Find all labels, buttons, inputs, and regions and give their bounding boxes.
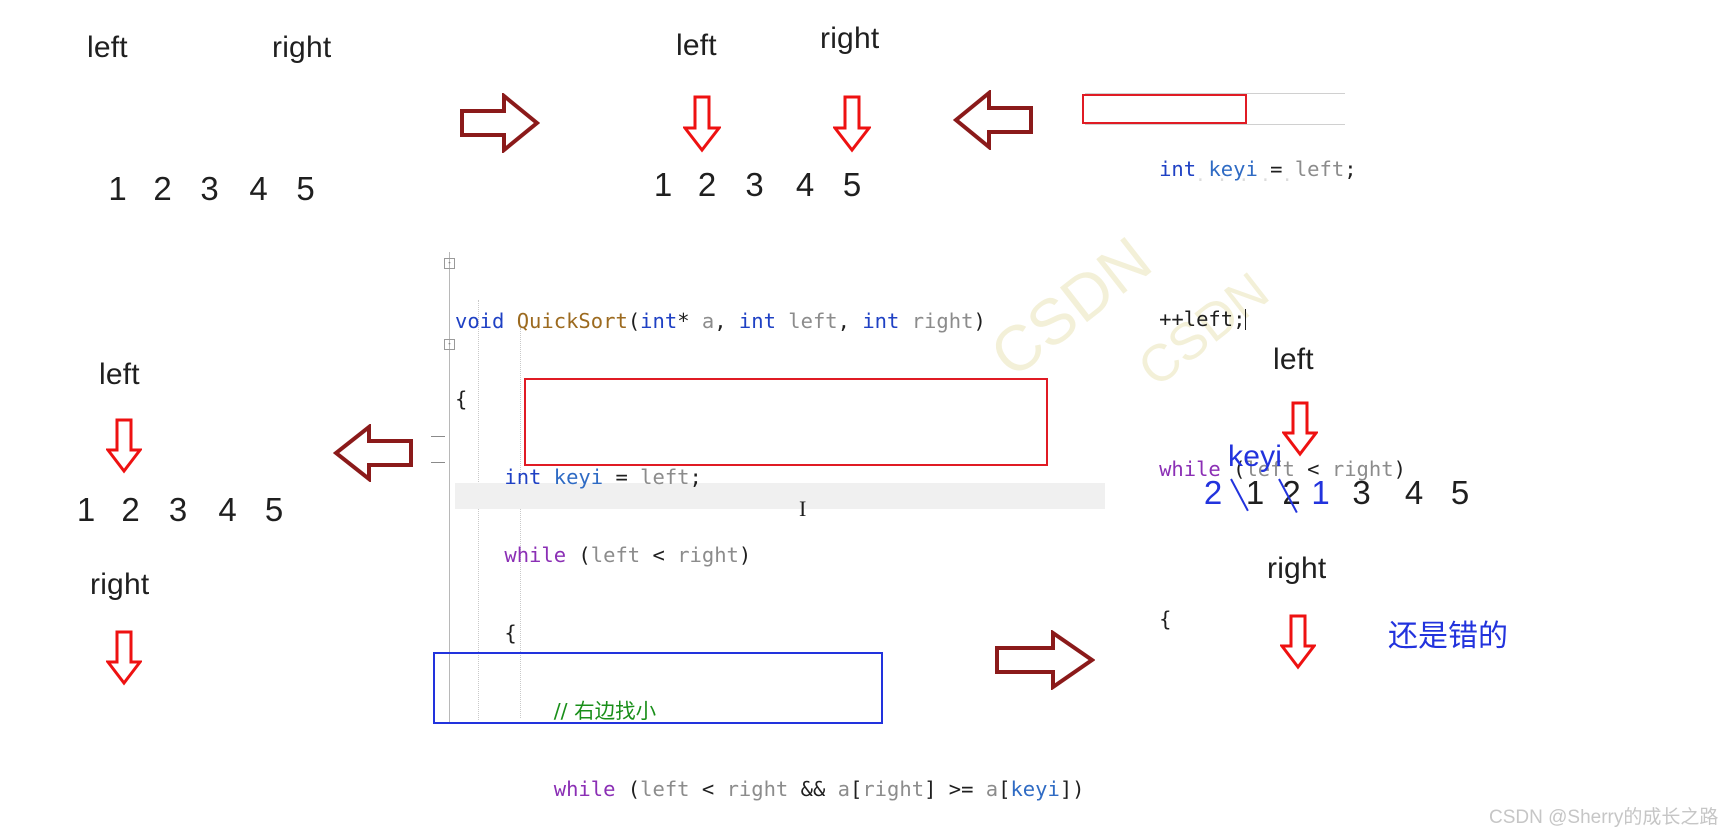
snippet-line: {	[1159, 607, 1172, 631]
down-arrow-icon-left-top-center	[683, 95, 721, 153]
number-cell: 1	[76, 491, 96, 528]
collapse-marker[interactable]: -	[444, 258, 455, 269]
number-cell-new-right: 1	[1311, 474, 1330, 511]
code-editor-main[interactable]: void QuickSort(int* a, int left, int rig…	[455, 256, 1115, 839]
editor-ellipsis: . . . . .	[1195, 165, 1293, 186]
bottom-left-label-right: right	[90, 568, 150, 601]
editor-rule	[1085, 124, 1345, 125]
snippet-line: ++left;	[1159, 307, 1247, 331]
number-cell: 4	[249, 170, 268, 207]
down-arrow-icon-left-bottom-right	[1282, 401, 1318, 457]
csdn-watermark: CSDN @Sherry的成长之路	[1489, 807, 1719, 828]
bottom-left-label-left: left	[99, 358, 140, 391]
bottom-left-number-row: 1 2 3 4 5	[64, 491, 296, 529]
number-cell: 3	[168, 491, 188, 528]
top-left-label-right: right	[272, 31, 332, 64]
down-arrow-icon-right-bottom-right	[1280, 614, 1316, 670]
number-cell: 3	[200, 170, 219, 207]
number-cell: 4	[218, 491, 237, 528]
bottom-right-number-row: 2 1 2 1 3 4 5	[1193, 474, 1480, 512]
left-arrow-icon-middle	[333, 424, 413, 482]
editor-tick	[431, 462, 445, 463]
number-cell: 4	[795, 166, 815, 203]
editor-tick	[431, 436, 445, 437]
diagram-canvas: CSDN CSDN left right 1 2 3 4 5 left righ…	[0, 0, 1733, 839]
text-cursor-icon: I	[799, 496, 807, 521]
annotation-still-wrong: 还是错的	[1388, 619, 1508, 654]
highlight-box-final-swap	[433, 652, 883, 724]
left-arrow-icon-top	[953, 90, 1033, 150]
number-cell: 2	[697, 166, 717, 203]
top-center-label-left: left	[676, 29, 717, 62]
code-line: while (left < right)	[504, 543, 752, 567]
number-cell: 5	[264, 491, 284, 528]
right-arrow-icon-top	[460, 93, 540, 153]
number-cell: 2	[121, 491, 140, 528]
right-arrow-icon-bottom	[995, 630, 1095, 690]
down-arrow-icon-right-bottom-left	[106, 630, 142, 686]
down-arrow-icon-right-top-center	[833, 95, 871, 153]
highlight-box-increment-left	[1082, 94, 1247, 124]
collapse-marker[interactable]: -	[444, 339, 455, 350]
code-line: while (left < right && a[right] >= a[key…	[553, 777, 1085, 801]
number-cell: 3	[1352, 474, 1371, 511]
number-cell: 5	[1450, 474, 1470, 511]
code-line: void QuickSort(int* a, int left, int rig…	[455, 309, 986, 333]
number-cell: 1	[653, 166, 673, 203]
top-center-label-right: right	[820, 22, 880, 55]
number-cell-new-left: 2	[1203, 474, 1223, 511]
bottom-right-label-left: left	[1273, 343, 1314, 376]
top-left-number-row: 1 2 3 4 5	[95, 170, 328, 208]
code-line: int keyi = left;	[504, 465, 702, 489]
top-center-number-row: 1 2 3 4 5	[641, 166, 874, 204]
number-cell: 2	[153, 170, 172, 207]
code-snippet-top-right: int keyi = left; ++left; while (left < r…	[1085, 64, 1406, 724]
highlight-box-right-scan	[524, 378, 1048, 466]
down-arrow-icon-left-bottom-left	[106, 418, 142, 474]
number-cell: 5	[842, 166, 862, 203]
bottom-right-label-keyi: keyi	[1228, 440, 1283, 473]
top-left-label-left: left	[87, 31, 128, 64]
number-cell: 1	[108, 170, 127, 207]
bottom-right-label-right: right	[1267, 552, 1327, 585]
text-caret	[1245, 309, 1247, 330]
number-cell: 5	[296, 170, 315, 207]
number-cell: 3	[745, 166, 764, 203]
number-cell: 4	[1404, 474, 1424, 511]
